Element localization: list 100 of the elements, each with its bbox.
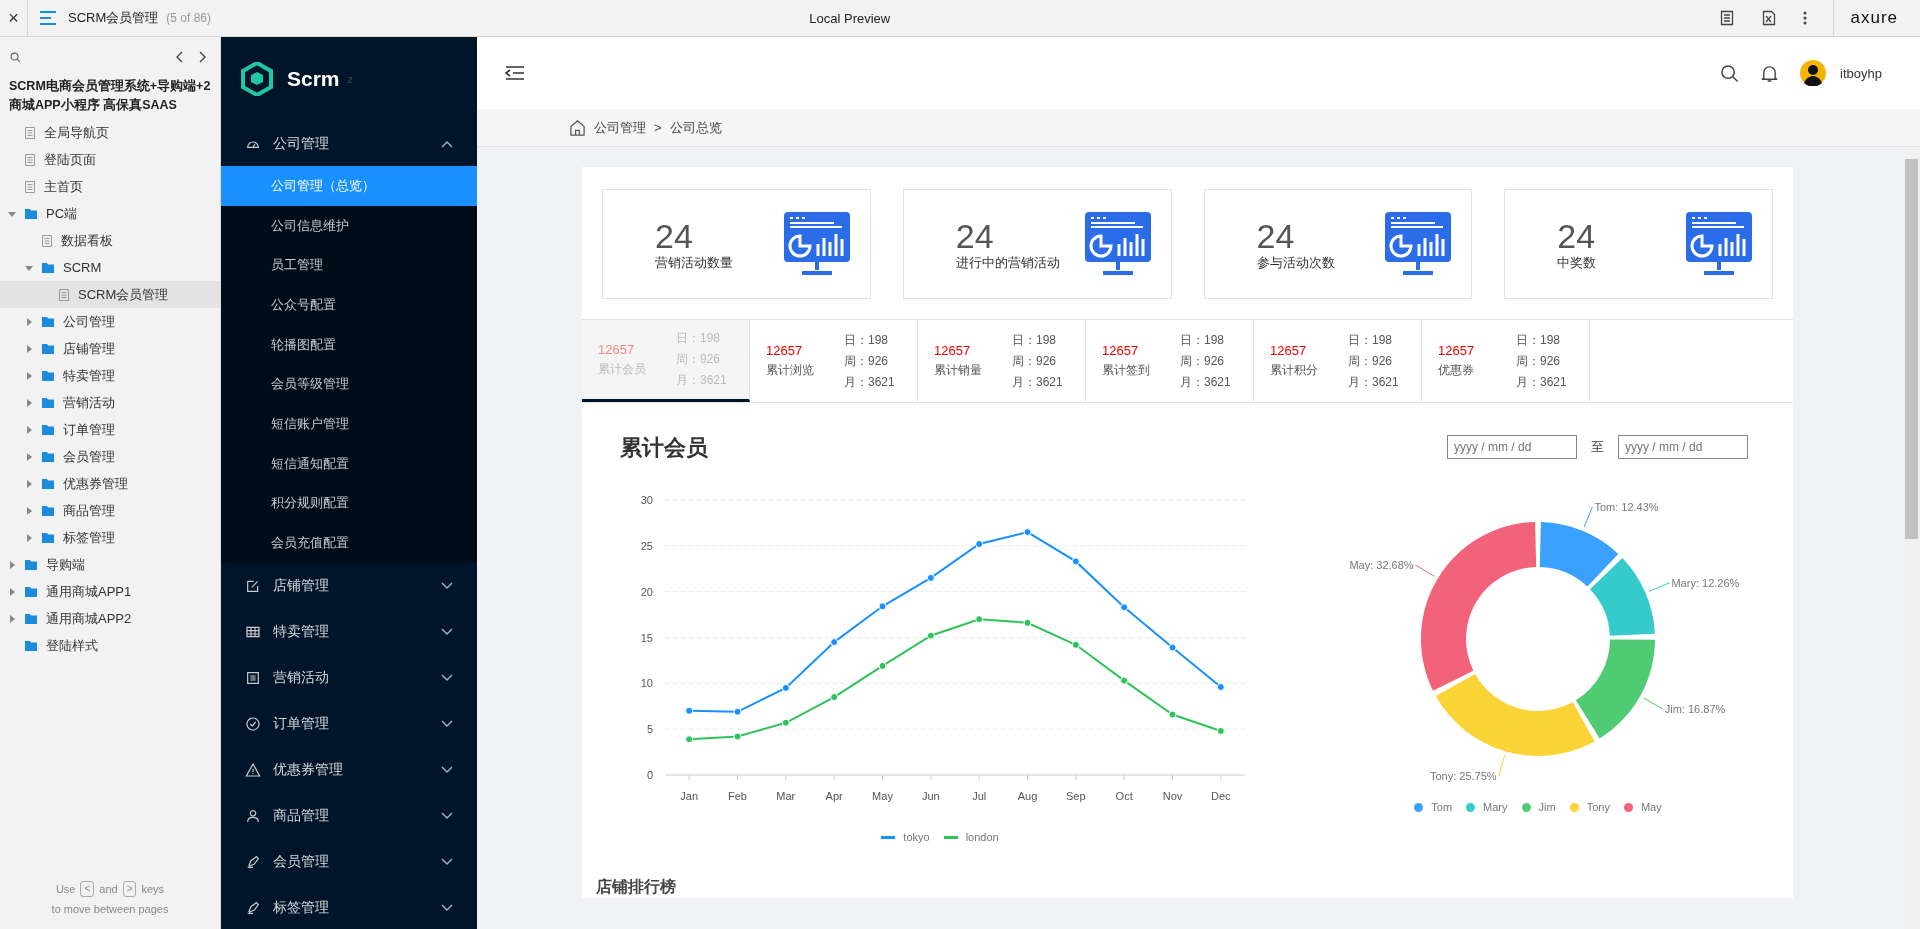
legend-label[interactable]: Jim <box>1538 801 1556 813</box>
username[interactable]: itboyhp <box>1840 65 1882 81</box>
tree-item[interactable]: PC端 <box>0 200 220 227</box>
stat-label: 进行中的营销活动 <box>955 254 1060 272</box>
end-date-field[interactable]: yyyy / mm / dd <box>1618 435 1748 459</box>
folder-icon <box>42 262 54 273</box>
metric-tab[interactable]: 12657 累计销量 日：198 周：926 月：3621 <box>918 320 1086 402</box>
section-title: 店铺排行榜 <box>595 877 677 897</box>
menu-group[interactable]: 标签管理 <box>221 884 477 929</box>
metric-tab[interactable]: 12657 累计签到 日：198 周：926 月：3621 <box>1086 320 1254 402</box>
tree-item[interactable]: 主首页 <box>0 173 220 200</box>
tree-item[interactable]: 全局导航页 <box>0 119 220 146</box>
search-icon[interactable] <box>10 51 21 63</box>
menu-item[interactable]: 短信账户管理 <box>221 404 477 444</box>
caret-icon <box>441 765 453 774</box>
tree-item[interactable]: 特卖管理 <box>0 362 220 389</box>
menu-item[interactable]: 会员充值配置 <box>221 523 477 563</box>
expand-toggle-icon[interactable] <box>25 371 33 380</box>
brand-logo[interactable]: axure <box>1833 0 1920 36</box>
menu-item[interactable]: 员工管理 <box>221 245 477 286</box>
menu-group[interactable]: 店铺管理 <box>221 562 477 609</box>
expand-toggle-icon[interactable] <box>25 317 33 326</box>
tree-item[interactable]: 优惠券管理 <box>0 470 220 497</box>
metric-tab[interactable]: 12657 优惠券 日：198 周：926 月：3621 <box>1422 320 1590 402</box>
next-icon[interactable] <box>198 51 206 63</box>
tree-item[interactable]: 登陆页面 <box>0 146 220 173</box>
expand-toggle-icon[interactable] <box>8 587 16 596</box>
tree-item[interactable]: 通用商城APP2 <box>0 605 220 632</box>
menu-item[interactable]: 会员等级管理 <box>221 364 477 405</box>
menu-fold-icon[interactable] <box>505 65 525 81</box>
legend-label[interactable]: Tony <box>1586 801 1610 813</box>
point <box>975 540 984 548</box>
start-date-field[interactable]: yyyy / mm / dd <box>1447 435 1577 459</box>
menu-icon[interactable] <box>40 11 56 25</box>
point <box>1120 603 1129 612</box>
expand-toggle-icon[interactable] <box>25 263 33 272</box>
tree-item[interactable]: 登陆样式 <box>0 632 220 659</box>
legend-label[interactable]: Mary <box>1483 801 1508 813</box>
home-icon[interactable] <box>569 119 586 136</box>
legend-label[interactable]: london <box>965 831 999 843</box>
menu-item[interactable]: 公司信息维护 <box>221 205 477 246</box>
hint-text: and <box>99 882 118 897</box>
breadcrumb-link[interactable]: 公司管理 <box>594 118 646 137</box>
variable-icon[interactable] <box>1761 10 1778 26</box>
menu-group[interactable]: 会员管理 <box>221 838 477 885</box>
project-title: SCRM电商会员管理系统+导购端+2商城APP小程序 高保真SAAS <box>8 78 212 114</box>
menu-item[interactable]: 轮播图配置 <box>221 324 477 365</box>
tree-item[interactable]: 订单管理 <box>0 416 220 443</box>
stat-label: 中奖数 <box>1557 254 1597 272</box>
folder-icon <box>42 451 54 462</box>
menu-group[interactable]: 优惠券管理 <box>221 746 477 793</box>
tree-item[interactable]: 商品管理 <box>0 497 220 524</box>
metric-tab[interactable]: 12657 累计积分 日：198 周：926 月：3621 <box>1254 320 1422 402</box>
scrollbar[interactable] <box>1903 147 1920 929</box>
legend-label[interactable]: tokyo <box>903 831 930 843</box>
bell-icon[interactable] <box>1761 63 1779 83</box>
expand-toggle-icon[interactable] <box>25 533 33 542</box>
expand-toggle-icon[interactable] <box>25 344 33 353</box>
menu-group[interactable]: 特卖管理 <box>221 608 477 655</box>
previous-icon[interactable] <box>176 51 184 63</box>
menu-group[interactable]: 商品管理 <box>221 792 477 839</box>
tree-item[interactable]: 店铺管理 <box>0 335 220 362</box>
tree-item[interactable]: SCRM会员管理 <box>0 281 220 308</box>
menu-item[interactable]: 积分规则配置 <box>221 483 477 524</box>
point <box>1023 618 1032 627</box>
tree-item[interactable]: 会员管理 <box>0 443 220 470</box>
axis-tick-label: Feb <box>728 790 747 802</box>
point <box>1216 727 1225 735</box>
menu-group[interactable]: 公司管理 <box>221 121 477 166</box>
expand-toggle-icon[interactable] <box>8 560 16 569</box>
menu-group[interactable]: 营销活动 <box>221 654 477 701</box>
avatar-icon[interactable] <box>1800 60 1827 86</box>
tree-item[interactable]: 数据看板 <box>0 227 220 254</box>
menu-item[interactable]: 短信通知配置 <box>221 443 477 484</box>
tree-item[interactable]: SCRM <box>0 254 220 281</box>
legend-label[interactable]: Tom <box>1431 801 1453 813</box>
tree-item[interactable]: 标签管理 <box>0 524 220 551</box>
close-button[interactable]: × <box>0 0 28 36</box>
menu-item[interactable]: 公众号配置 <box>221 285 477 325</box>
breadcrumb-link[interactable]: 公司总览 <box>669 118 722 137</box>
metric-tab[interactable]: 12657 累计浏览 日：198 周：926 月：3621 <box>750 320 918 402</box>
point <box>1120 676 1129 685</box>
tree-item[interactable]: 通用商城APP1 <box>0 578 220 605</box>
expand-toggle-icon[interactable] <box>25 398 33 407</box>
tree-item[interactable]: 公司管理 <box>0 308 220 335</box>
expand-toggle-icon[interactable] <box>8 209 16 218</box>
expand-toggle-icon[interactable] <box>25 425 33 434</box>
tree-item[interactable]: 营销活动 <box>0 389 220 416</box>
expand-toggle-icon[interactable] <box>25 452 33 461</box>
caret-icon <box>441 139 453 148</box>
tree-item[interactable]: 导购端 <box>0 551 220 578</box>
expand-toggle-icon[interactable] <box>25 479 33 488</box>
document-icon[interactable] <box>1719 10 1736 26</box>
folder-icon <box>42 343 54 354</box>
menu-group[interactable]: 订单管理 <box>221 700 477 747</box>
search-icon[interactable] <box>1720 63 1740 83</box>
legend-label[interactable]: May <box>1640 801 1662 813</box>
expand-toggle-icon[interactable] <box>8 614 16 623</box>
more-icon[interactable] <box>1803 10 1808 26</box>
expand-toggle-icon[interactable] <box>25 506 33 515</box>
